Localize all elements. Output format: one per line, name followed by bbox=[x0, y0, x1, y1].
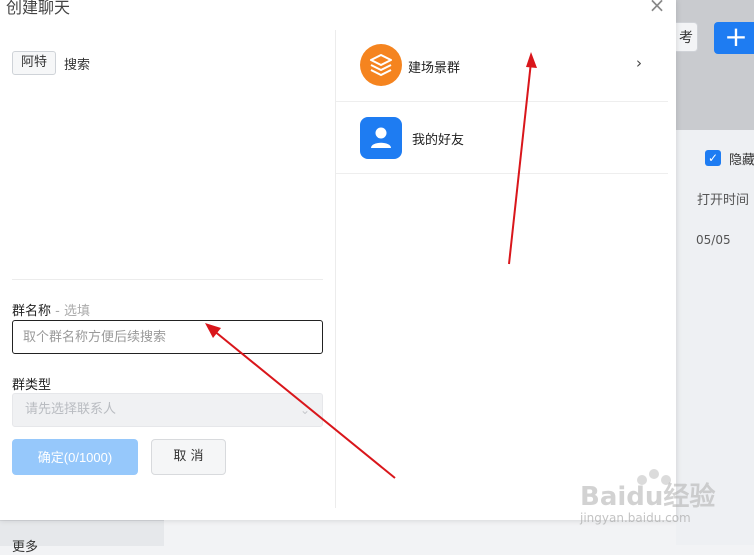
background-outline-button[interactable]: 考 bbox=[676, 22, 698, 52]
list-item-my-friends[interactable]: 我的好友 bbox=[336, 102, 668, 174]
group-name-input[interactable] bbox=[12, 320, 323, 354]
chevron-down-icon: ⌄ bbox=[299, 403, 310, 417]
hide-checkbox[interactable]: ✓ bbox=[705, 150, 721, 166]
watermark-url: jingyan.baidu.com bbox=[580, 511, 691, 525]
open-time-sort[interactable]: 打开时间 ⌄ bbox=[697, 189, 754, 208]
hide-label: 隐藏 bbox=[729, 153, 754, 168]
group-type-select[interactable]: 请先选择联系人 ⌄ bbox=[12, 393, 323, 427]
chevron-down-icon: ⌄ bbox=[749, 193, 754, 208]
search-link[interactable]: 搜索 bbox=[64, 54, 90, 73]
optional-hint: - 选填 bbox=[51, 304, 90, 319]
confirm-button[interactable]: 确定(0/1000) bbox=[12, 439, 138, 475]
list-item-scene-group[interactable]: 建场景群 › bbox=[336, 30, 668, 102]
section-divider bbox=[12, 279, 323, 280]
group-type-label: 群类型 bbox=[12, 378, 52, 393]
group-name-label-text: 群名称 bbox=[12, 304, 52, 319]
at-tag[interactable]: 阿特 bbox=[12, 51, 56, 75]
add-button[interactable]: + bbox=[714, 22, 754, 54]
group-type-placeholder: 请先选择联系人 bbox=[25, 402, 117, 417]
open-time-label: 打开时间 bbox=[697, 193, 750, 208]
group-name-label: 群名称 - 选填 bbox=[12, 300, 90, 319]
user-icon bbox=[360, 117, 402, 159]
list-item-label: 我的好友 bbox=[412, 133, 465, 148]
more-link[interactable]: 更多 bbox=[12, 536, 38, 555]
create-chat-modal: 创建聊天 × 阿特 搜索 群名称 - 选填 群类型 请先选择联系人 ⌄ 确定(0… bbox=[0, 0, 676, 520]
close-icon[interactable]: × bbox=[648, 0, 666, 15]
chevron-right-icon: › bbox=[636, 54, 642, 72]
watermark-brand: Baidu经验 bbox=[580, 482, 716, 512]
list-item-label: 建场景群 bbox=[408, 61, 461, 76]
date-cell: 05/05 bbox=[696, 233, 731, 247]
cancel-button[interactable]: 取 消 bbox=[151, 439, 226, 475]
modal-title: 创建聊天 bbox=[6, 0, 71, 17]
layers-icon bbox=[360, 44, 402, 86]
